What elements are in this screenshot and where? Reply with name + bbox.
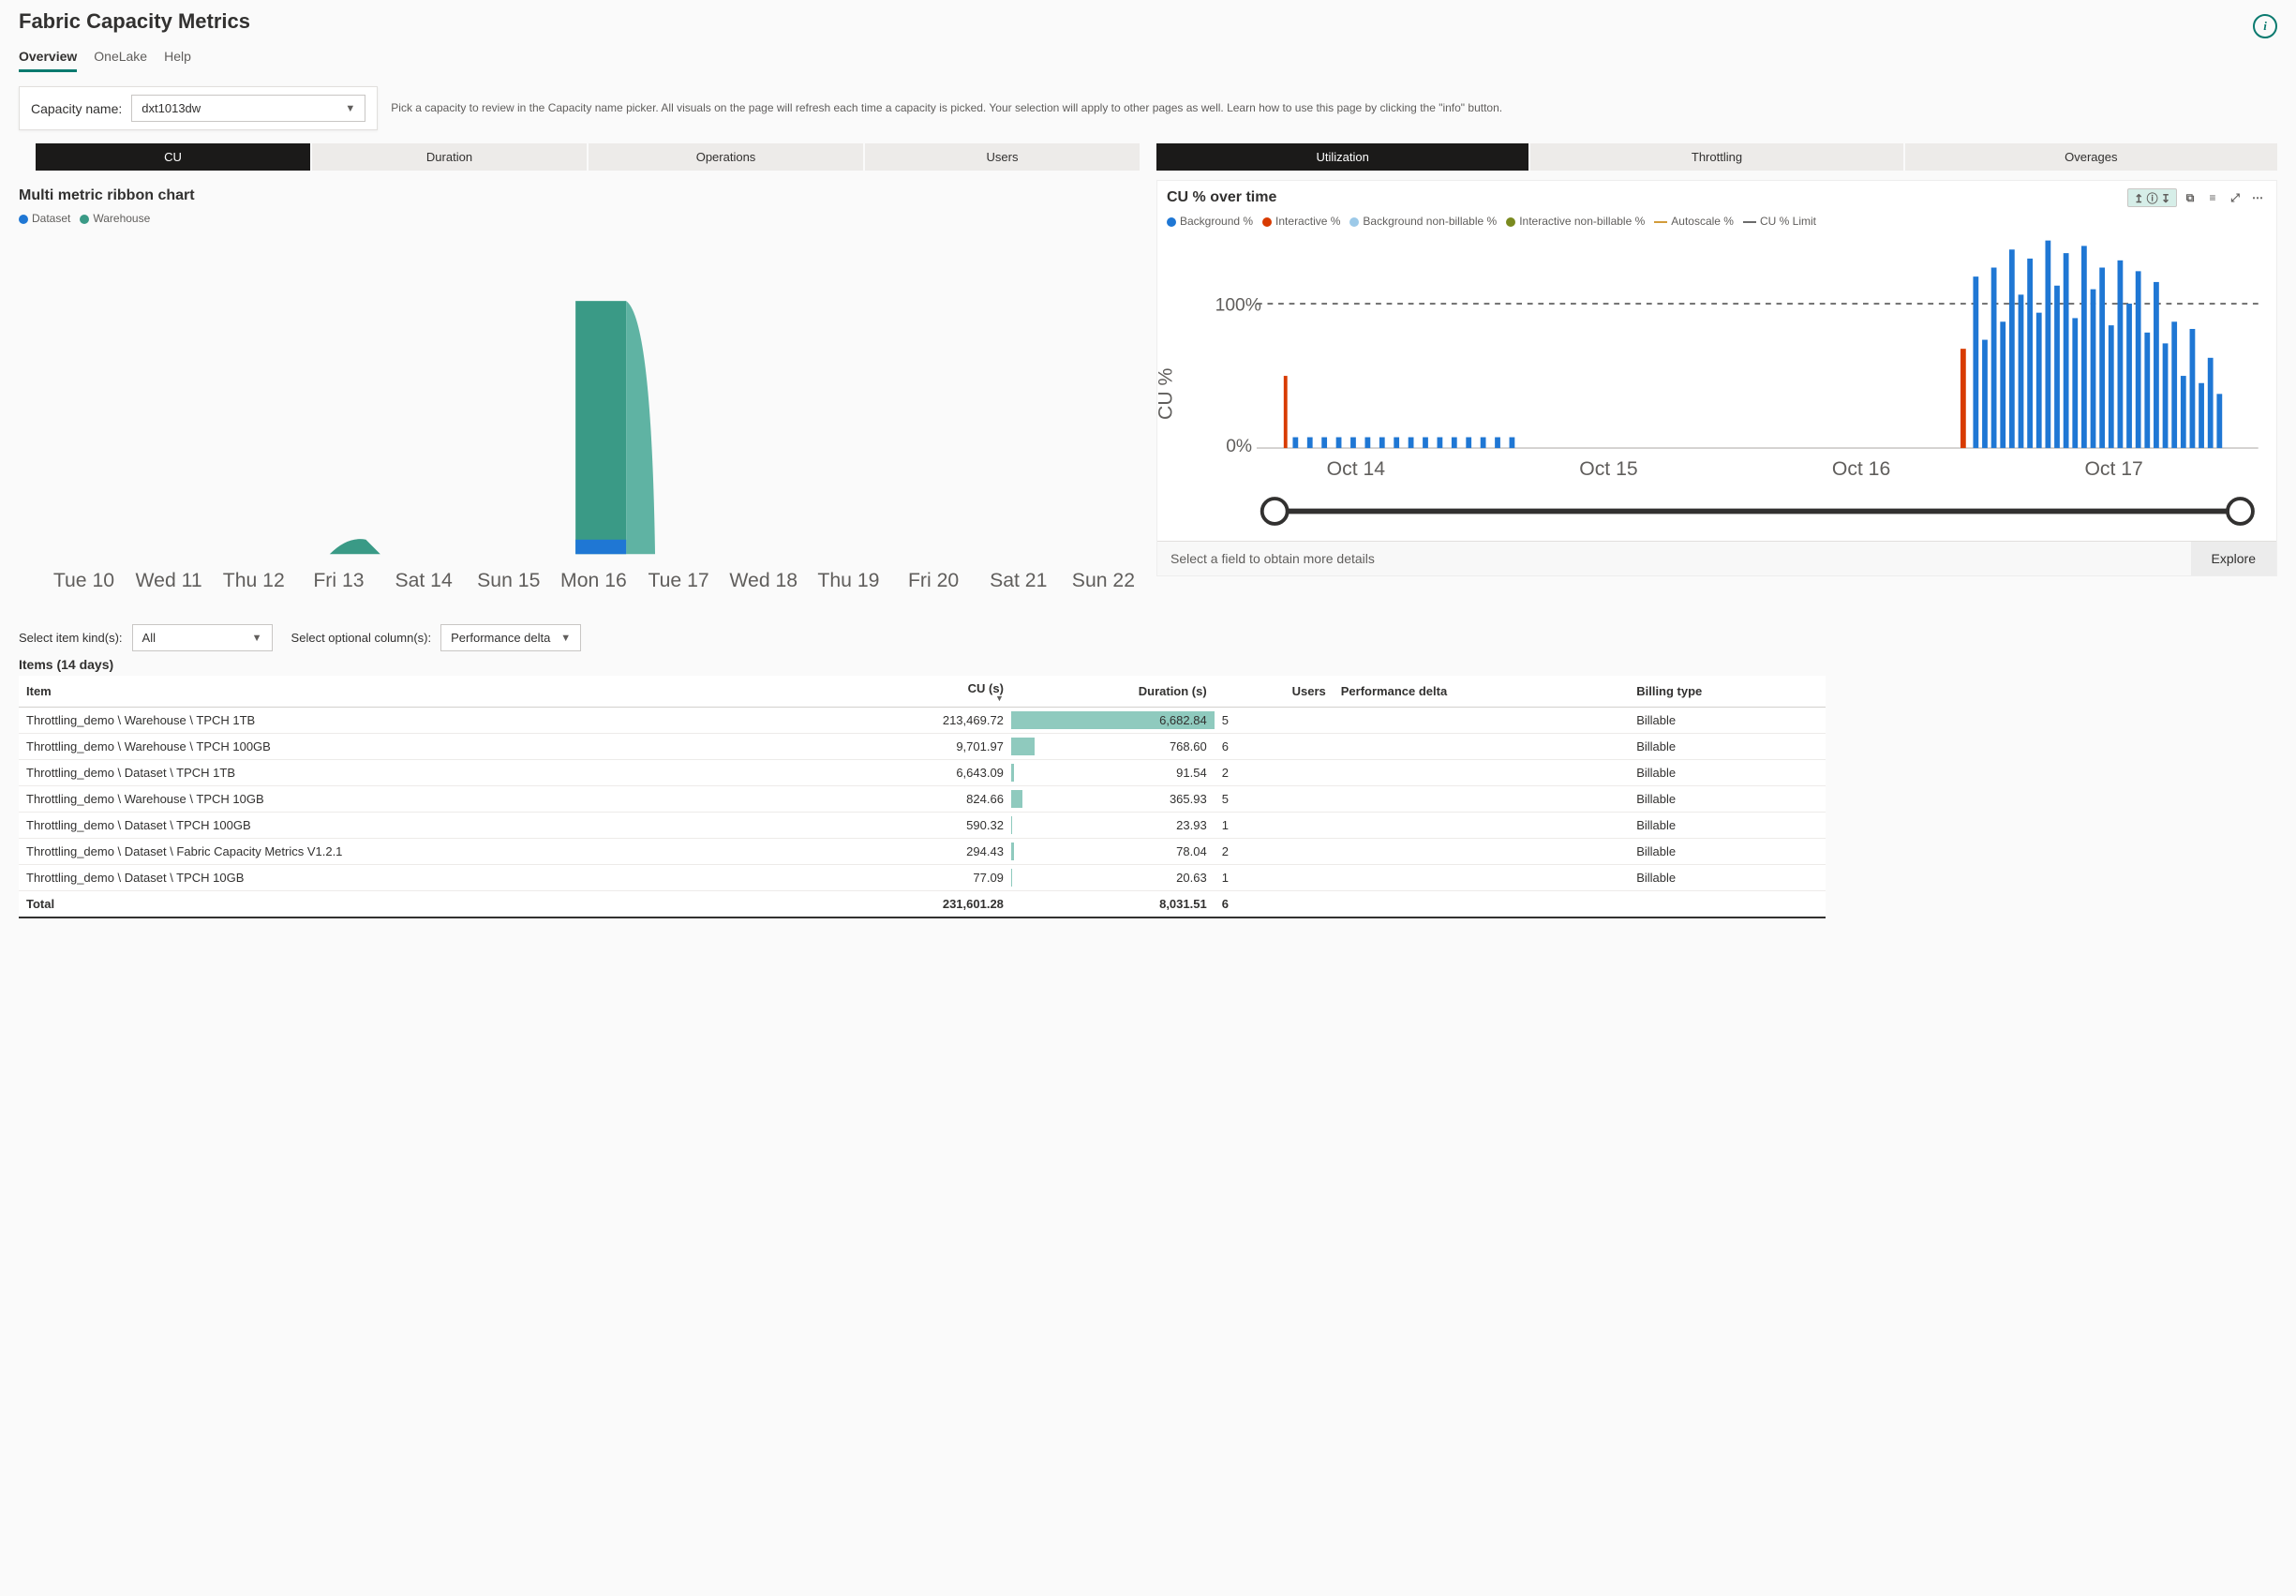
svg-text:Oct 16: Oct 16: [1832, 458, 1890, 480]
svg-text:Fri 13: Fri 13: [313, 570, 364, 591]
table-total-row: Total231,601.288,031.516: [19, 891, 1826, 918]
svg-text:Fri 20: Fri 20: [908, 570, 959, 591]
svg-text:0%: 0%: [1226, 437, 1252, 456]
cu-y-label: CU %: [1157, 368, 1176, 420]
tab-users[interactable]: Users: [865, 143, 1140, 171]
tab-cu[interactable]: CU: [36, 143, 310, 171]
svg-text:Wed 18: Wed 18: [729, 570, 798, 591]
svg-text:Sun 22: Sun 22: [1072, 570, 1135, 591]
legend-item: Autoscale %: [1654, 215, 1734, 228]
table-row[interactable]: Throttling_demo \ Warehouse \ TPCH 10GB8…: [19, 786, 1826, 813]
cu-legend: Background % Interactive % Background non-…: [1157, 211, 2276, 231]
svg-text:Thu 12: Thu 12: [223, 570, 285, 591]
nav-tab-help[interactable]: Help: [164, 43, 191, 72]
svg-text:Oct 17: Oct 17: [2084, 458, 2142, 480]
svg-text:Sun 15: Sun 15: [477, 570, 540, 591]
help-text: Pick a capacity to review in the Capacit…: [391, 100, 2277, 116]
col-header[interactable]: Item: [19, 676, 826, 708]
nav-tab-overview[interactable]: Overview: [19, 43, 77, 72]
legend-item: Background %: [1167, 215, 1253, 228]
optional-cols-value: Performance delta: [451, 631, 550, 645]
tab-throttling[interactable]: Throttling: [1530, 143, 1902, 171]
legend-item: Interactive %: [1262, 215, 1340, 228]
capacity-dropdown-value: dxt1013dw: [142, 101, 201, 115]
items-table-title: Items (14 days): [19, 657, 2277, 672]
col-header[interactable]: Duration (s): [1011, 676, 1215, 708]
col-header[interactable]: Users: [1215, 676, 1334, 708]
ribbon-chart-title: Multi metric ribbon chart: [19, 180, 1140, 208]
optional-cols-label: Select optional column(s):: [291, 631, 432, 645]
table-row[interactable]: Throttling_demo \ Warehouse \ TPCH 100GB…: [19, 734, 1826, 760]
legend-item: Interactive non-billable %: [1506, 215, 1645, 228]
col-header[interactable]: Billing type: [1629, 676, 1826, 708]
table-row[interactable]: Throttling_demo \ Dataset \ TPCH 10GB77.…: [19, 865, 1826, 891]
svg-text:Oct 14: Oct 14: [1327, 458, 1386, 480]
utilization-tabs: UtilizationThrottlingOverages: [1156, 143, 2277, 171]
chevron-down-icon: ▼: [252, 633, 262, 644]
legend-item: Background non-billable %: [1349, 215, 1497, 228]
filter-icon[interactable]: ≡: [2203, 188, 2222, 207]
optional-cols-dropdown[interactable]: Performance delta ▼: [440, 624, 581, 651]
col-header[interactable]: CU (s)▼: [826, 676, 1011, 708]
capacity-picker-label: Capacity name:: [31, 101, 122, 116]
chart-toolbar: ↥ ⓘ ↧ ⧉ ≡ ⤢ ⋯: [2127, 188, 2267, 207]
item-kind-dropdown[interactable]: All ▼: [132, 624, 273, 651]
more-icon[interactable]: ⋯: [2248, 188, 2267, 207]
legend-item: Dataset: [19, 212, 70, 225]
svg-text:Tue 10: Tue 10: [53, 570, 114, 591]
chevron-down-icon: ▼: [560, 633, 571, 644]
legend-item: Warehouse: [80, 212, 150, 225]
table-row[interactable]: Throttling_demo \ Dataset \ TPCH 1TB6,64…: [19, 760, 1826, 786]
svg-text:100%: 100%: [1215, 296, 1261, 316]
svg-text:Sat 21: Sat 21: [990, 570, 1047, 591]
svg-text:Mon 16: Mon 16: [560, 570, 627, 591]
tab-utilization[interactable]: Utilization: [1156, 143, 1528, 171]
item-kind-value: All: [142, 631, 156, 645]
table-row[interactable]: Throttling_demo \ Dataset \ Fabric Capac…: [19, 839, 1826, 865]
svg-text:Thu 19: Thu 19: [817, 570, 879, 591]
table-row[interactable]: Throttling_demo \ Dataset \ TPCH 100GB59…: [19, 813, 1826, 839]
drill-up-icon[interactable]: ↥ ⓘ ↧: [2127, 188, 2177, 207]
capacity-dropdown[interactable]: dxt1013dw ▼: [131, 95, 365, 122]
cu-chart-title: CU % over time: [1167, 189, 1276, 206]
tab-overages[interactable]: Overages: [1905, 143, 2277, 171]
chevron-down-icon: ▼: [345, 103, 355, 114]
legend-item: CU % Limit: [1743, 215, 1816, 228]
tab-operations[interactable]: Operations: [589, 143, 863, 171]
tab-duration[interactable]: Duration: [312, 143, 587, 171]
capacity-picker: Capacity name: dxt1013dw ▼: [19, 86, 378, 130]
metric-tabs: CUDurationOperationsUsers: [19, 143, 1140, 171]
nav-tab-onelake[interactable]: OneLake: [94, 43, 147, 72]
ribbon-chart[interactable]: Tue 10 Wed 11 Thu 12 Fri 13 Sat 14 Sun 15 Mon …: [19, 229, 1140, 608]
ribbon-legend: Dataset Warehouse: [19, 208, 1140, 229]
item-kind-label: Select item kind(s):: [19, 631, 123, 645]
svg-text:Wed 11: Wed 11: [136, 570, 202, 591]
table-row[interactable]: Throttling_demo \ Warehouse \ TPCH 1TB21…: [19, 708, 1826, 734]
range-handle-left[interactable]: [1262, 499, 1288, 524]
copy-icon[interactable]: ⧉: [2181, 188, 2199, 207]
explore-button[interactable]: Explore: [2191, 542, 2276, 575]
detail-prompt: Select a field to obtain more details: [1157, 542, 1388, 575]
svg-text:Sat 14: Sat 14: [395, 570, 453, 591]
info-icon[interactable]: i: [2253, 14, 2277, 38]
focus-icon[interactable]: ⤢: [2226, 188, 2244, 207]
range-handle-right[interactable]: [2228, 499, 2253, 524]
svg-text:Tue 17: Tue 17: [648, 570, 708, 591]
page-title: Fabric Capacity Metrics: [19, 9, 250, 34]
cu-chart[interactable]: CU % 100% 0% Oct 14 Oct 15 Oct 16 Oct 17: [1157, 231, 2276, 538]
col-header[interactable]: Performance delta: [1334, 676, 1629, 708]
svg-text:Oct 15: Oct 15: [1579, 458, 1637, 480]
items-table: ItemCU (s)▼Duration (s)UsersPerformance …: [19, 676, 1826, 918]
nav-tabs: Overview OneLake Help: [19, 43, 2277, 73]
